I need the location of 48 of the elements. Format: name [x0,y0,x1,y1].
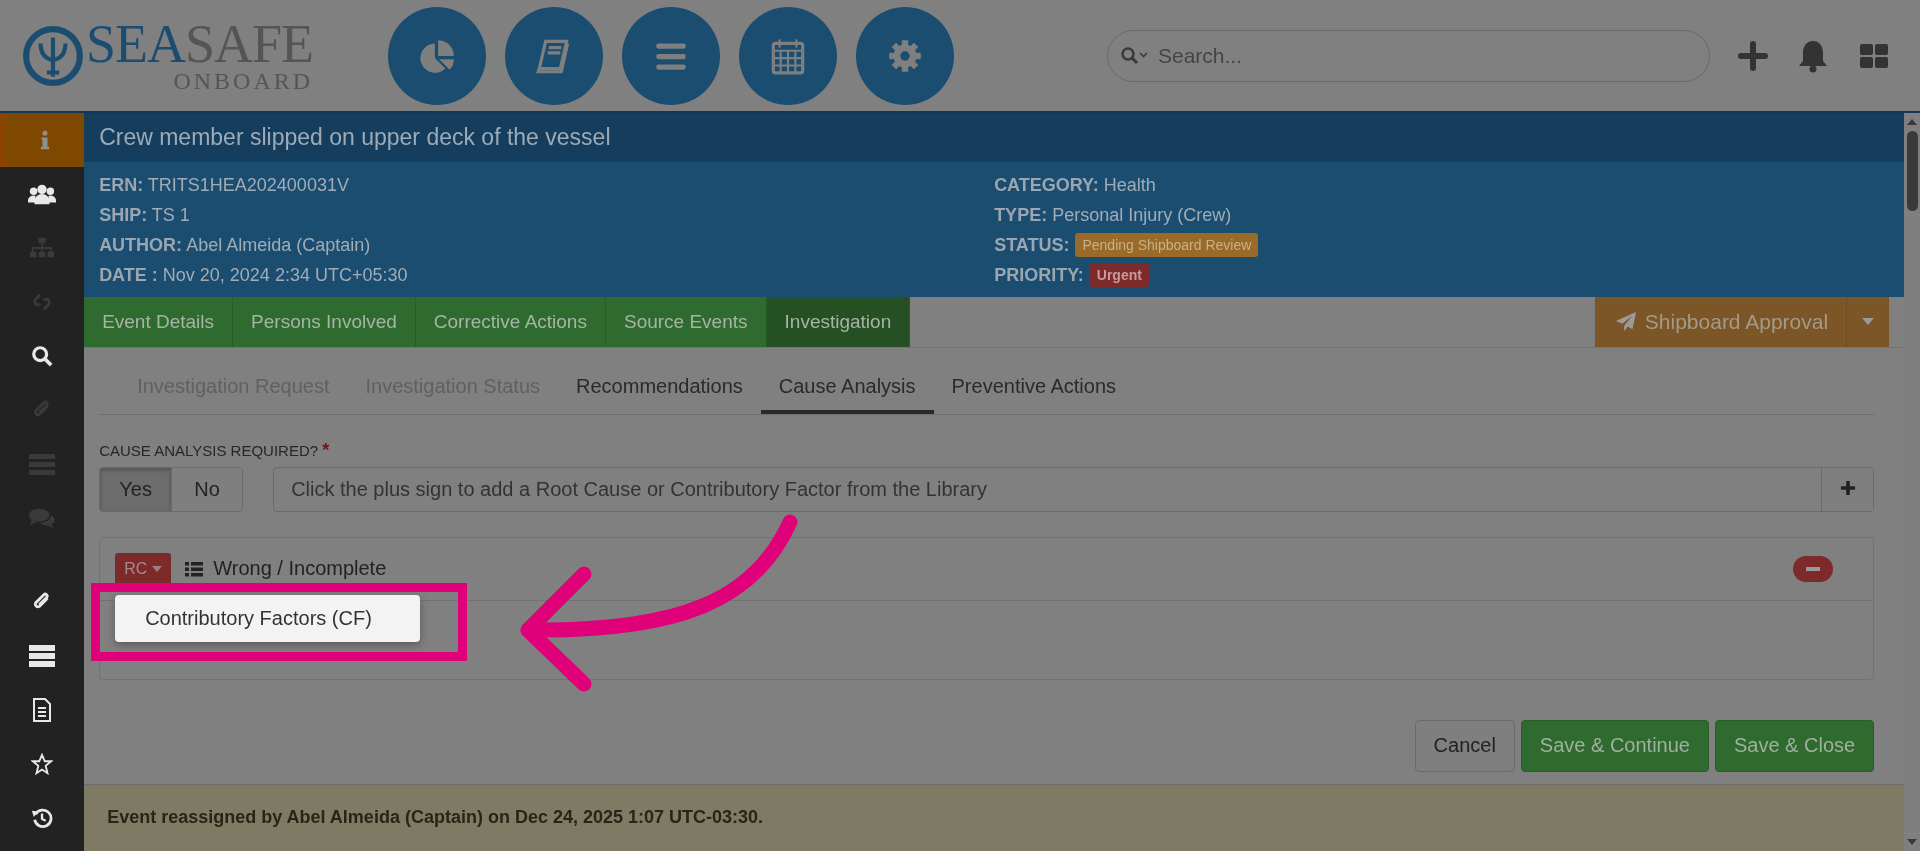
required-mark: * [322,439,330,460]
toggle-option[interactable]: No [171,467,243,511]
section-tab[interactable]: Persons Involved [233,297,416,347]
status-badge: Pending Shipboard Review [1075,233,1259,258]
trident-logo-icon [22,24,84,87]
section-tab[interactable]: Investigation [766,297,911,347]
info-field: AUTHOR: Abel Almeida (Captain) [99,234,371,256]
action-button[interactable]: Cancel [1414,719,1515,772]
info-label: PRIORITY: [994,264,1084,286]
notice-text: Event reassigned by Abel Almeida (Captain) on Dec 24, 2025 1:07 UTC-03:30. [107,806,764,827]
info-label: STATUS: [994,234,1070,256]
list-icon [185,560,204,577]
bell-icon[interactable] [1798,38,1828,73]
action-button[interactable]: Save & Continue [1520,719,1709,772]
approval-button[interactable]: Shipboard Approval [1594,297,1847,347]
status-badge: Urgent [1089,263,1149,288]
paper-plane-icon [1614,310,1637,333]
scroll-down-icon[interactable] [1907,839,1918,845]
subsection-tab[interactable]: Cause Analysis [760,362,934,414]
menu-item[interactable]: Contributory Factors (CF) [115,598,421,638]
section-tab[interactable]: Source Events [605,297,767,347]
subsection-tab[interactable]: Recommendations [558,362,761,414]
info-field: DATE : Nov 20, 2024 2:34 UTC+05:30 [99,264,408,286]
plus-icon [1839,479,1856,496]
field-label: CAUSE ANALYSIS REQUIRED? [99,441,319,459]
action-button[interactable]: Save & Close [1714,719,1875,772]
caret-icon [1862,318,1875,326]
search-input[interactable]: Search... [1156,42,1709,69]
search-icon [1120,45,1150,66]
info-field: TYPE: Personal Injury (Crew) [994,204,1232,226]
event-title: Crew member slipped on upper deck of the vessel [99,124,611,152]
toggle-option[interactable]: Yes [100,467,172,511]
add-button[interactable] [1821,467,1874,511]
caret-icon [152,565,163,572]
info-field: ERN: TRITS1HEA202400031V [99,174,349,196]
minus-icon [1806,566,1821,571]
scroll-up-icon[interactable] [1907,119,1918,125]
section-tab[interactable]: Corrective Actions [415,297,606,347]
info-field: CATEGORY: Health [994,174,1156,196]
scrollbar-thumb[interactable] [1906,131,1918,211]
remove-button[interactable] [1793,555,1834,582]
section-tab[interactable]: Event Details [84,297,234,347]
cause-type-dropdown[interactable]: RC [115,552,172,585]
add-icon[interactable] [1738,40,1768,71]
info-field: SHIP: TS 1 [99,204,190,226]
dropdown-toggle[interactable] [1846,297,1890,347]
subsection-tab[interactable]: Preventive Actions [933,362,1135,414]
cause-title: Wrong / Incomplete [213,557,387,581]
